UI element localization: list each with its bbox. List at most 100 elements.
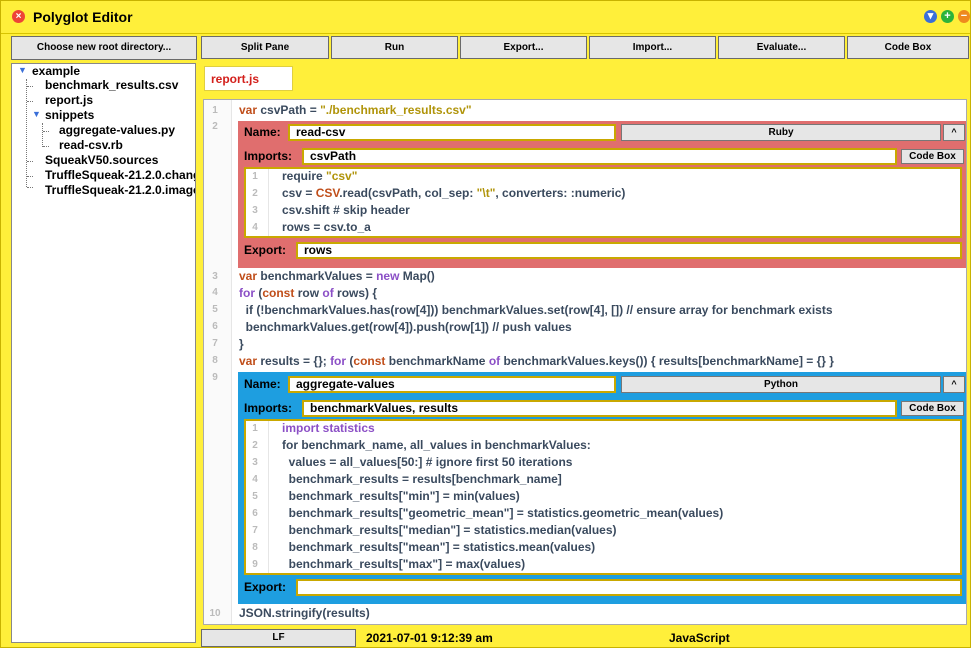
python-line-9: benchmark_results["max"] = max(values) [282, 557, 526, 571]
code-token: var [239, 269, 258, 283]
code-token: csv = [282, 186, 316, 200]
imports-field[interactable]: benchmarkValues, results [302, 400, 897, 417]
line-number: 1 [252, 423, 258, 434]
name-label: Name: [244, 377, 281, 391]
collapse-box-button[interactable]: ^ [943, 124, 965, 141]
ruby-line-2: csv = CSV.read(csvPath, col_sep: "\t", c… [282, 186, 625, 200]
line-number: 7 [212, 338, 218, 349]
code-token: Map() [399, 269, 435, 283]
code-token: rows) { [333, 286, 378, 300]
line-number: 8 [252, 542, 258, 553]
name-field[interactable]: aggregate-values [288, 376, 616, 393]
code-token: , converters: :numeric) [495, 186, 626, 200]
code-token: "csv" [326, 169, 358, 183]
code-box-button[interactable]: Code Box [901, 149, 964, 164]
code-token: csvPath = [257, 103, 321, 117]
code-token: new [376, 269, 400, 283]
code-token: .read(csvPath, col_sep: [339, 186, 477, 200]
choose-root-directory-button[interactable]: Choose new root directory... [11, 36, 197, 60]
tree-guide [27, 101, 33, 102]
export-field[interactable]: rows [296, 242, 962, 259]
name-label: Name: [244, 125, 281, 139]
tree-item-report-js[interactable]: report.js [45, 93, 93, 107]
code-token: const [262, 286, 295, 300]
tree-item-example[interactable]: example [32, 64, 80, 78]
tab-report-js[interactable]: report.js [204, 66, 293, 91]
line-number: 1 [212, 105, 218, 116]
export-field[interactable] [296, 579, 962, 596]
code-token: for [239, 286, 255, 300]
code-token: "\t" [476, 186, 496, 200]
tree-guide [27, 161, 33, 162]
expand-arrow-icon[interactable]: ▼ [18, 65, 27, 75]
line-number: 4 [252, 222, 258, 233]
close-window-icon[interactable]: × [12, 10, 25, 23]
status-timestamp: 2021-07-01 9:12:39 am [366, 631, 493, 645]
line-number: 9 [212, 372, 218, 383]
ruby-line-3: csv.shift # skip header [282, 203, 410, 217]
run-button[interactable]: Run [331, 36, 458, 59]
code-token: CSV [315, 186, 340, 200]
code-token: var [239, 103, 258, 117]
imports-label: Imports: [244, 149, 292, 163]
code-token: benchmarkValues = [257, 269, 377, 283]
python-line-3: values = all_values[50:] # ignore first … [282, 455, 573, 469]
python-line-5: benchmark_results["min"] = min(values) [282, 489, 520, 503]
tree-item-squeak-sources[interactable]: SqueakV50.sources [45, 153, 158, 167]
line-ending-button[interactable]: LF [201, 629, 356, 647]
tree-guide [27, 187, 33, 188]
line-number: 1 [252, 171, 258, 182]
file-sidebar: Choose new root directory... ▼ example b… [11, 36, 198, 644]
tree-item-snippets[interactable]: snippets [45, 108, 94, 122]
name-field[interactable]: read-csv [288, 124, 616, 141]
window-title: Polyglot Editor [33, 9, 133, 25]
export-label: Export: [244, 243, 286, 257]
code-token: var [239, 354, 258, 368]
line-number: 3 [212, 271, 218, 282]
tree-item-image[interactable]: TruffleSqueak-21.2.0.image [45, 183, 195, 197]
tree-guide [43, 146, 49, 147]
code-line-10: JSON.stringify(results) [239, 606, 370, 620]
code-editor[interactable]: 1 2 3 4 5 6 7 8 9 10 var csvPath = "./be… [203, 99, 967, 625]
file-tree[interactable]: ▼ example benchmark_results.csv report.j… [11, 63, 196, 643]
export-button[interactable]: Export... [460, 36, 587, 59]
code-box-button[interactable]: Code Box [901, 401, 964, 416]
line-number: 5 [212, 304, 218, 315]
line-number: 2 [252, 440, 258, 451]
code-box-button[interactable]: Code Box [847, 36, 969, 59]
collapse-box-button[interactable]: ^ [943, 376, 965, 393]
tree-item-benchmark-results[interactable]: benchmark_results.csv [45, 78, 178, 92]
import-button[interactable]: Import... [589, 36, 716, 59]
python-line-7: benchmark_results["median"] = statistics… [282, 523, 617, 537]
expand-arrow-icon[interactable]: ▼ [32, 109, 41, 119]
code-line-4: for (const row of rows) { [239, 286, 377, 300]
menu-icon[interactable]: ▾ [924, 10, 937, 23]
tree-guide [27, 176, 33, 177]
python-line-4: benchmark_results = results[benchmark_na… [282, 472, 562, 486]
tree-item-changes[interactable]: TruffleSqueak-21.2.0.changes [45, 168, 195, 182]
tree-item-aggregate-values[interactable]: aggregate-values.py [59, 123, 175, 137]
expand-icon[interactable]: + [941, 10, 954, 23]
line-number: 10 [209, 608, 221, 619]
imports-field[interactable]: csvPath [302, 148, 897, 165]
code-token: for [330, 354, 347, 368]
code-box-python: Name: aggregate-values Python ^ Imports:… [238, 372, 966, 604]
code-token: benchmarkName [385, 354, 489, 368]
evaluate-button[interactable]: Evaluate... [718, 36, 845, 59]
tree-item-read-csv[interactable]: read-csv.rb [59, 138, 123, 152]
language-select[interactable]: Ruby [621, 124, 941, 141]
code-line-6: benchmarkValues.get(row[4]).push(row[1])… [239, 320, 572, 334]
line-number: 2 [212, 121, 218, 132]
code-box-ruby: Name: read-csv Ruby ^ Imports: csvPath C… [238, 121, 966, 268]
tree-guide [43, 131, 49, 132]
language-select[interactable]: Python [621, 376, 941, 393]
ruby-code-area[interactable]: 1 2 3 4 require "csv" csv = CSV.read(csv… [244, 167, 962, 238]
code-token: of [322, 286, 334, 300]
line-number: 8 [212, 355, 218, 366]
split-pane-button[interactable]: Split Pane [201, 36, 329, 59]
code-token: results = {}; [257, 354, 331, 368]
collapse-icon[interactable]: − [958, 10, 970, 23]
code-line-8: var results = {}; for (const benchmarkNa… [239, 354, 834, 368]
python-code-area[interactable]: 1 2 3 4 5 6 7 8 9 import statistics for … [244, 419, 962, 575]
line-number: 3 [252, 205, 258, 216]
